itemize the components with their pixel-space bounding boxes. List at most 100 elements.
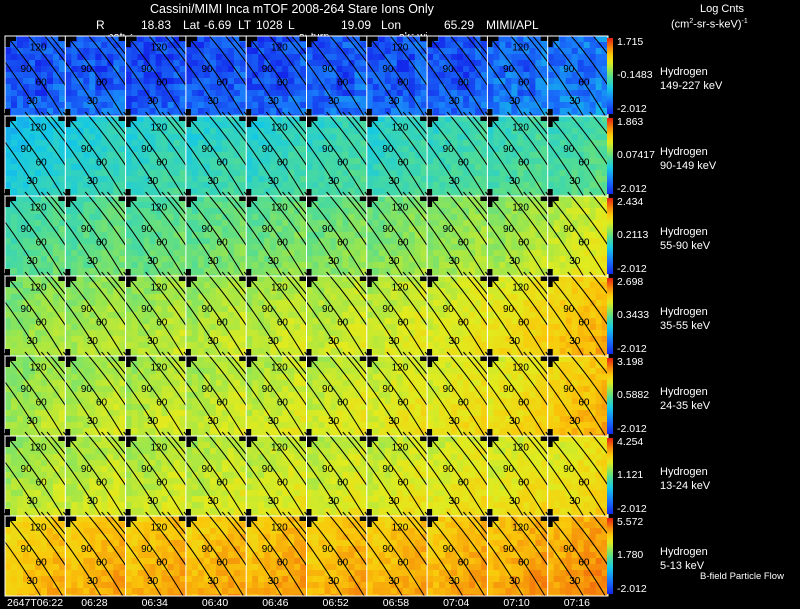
contour-label: 90: [21, 304, 33, 315]
contour-label: 120: [30, 522, 47, 533]
contour-label: 60: [96, 478, 108, 489]
contour-label: 30: [569, 496, 581, 507]
contour-label: 90: [563, 384, 575, 395]
contour-label: 90: [563, 64, 575, 75]
contour-label: 90: [443, 224, 455, 235]
contour-label: 90: [382, 304, 394, 315]
colorbar-1: [607, 38, 613, 114]
contour-label: 30: [27, 256, 39, 267]
contour-label: 30: [449, 336, 461, 347]
x-tick-label: 06:46: [262, 597, 289, 609]
colorbar-tick-label: 3.198: [617, 356, 644, 368]
contour-label: 30: [328, 336, 340, 347]
contour-label: 30: [87, 576, 99, 587]
contour-label: 60: [96, 318, 108, 329]
colorbar-tick-label: 1.121: [617, 469, 644, 481]
contour-label: 30: [147, 576, 159, 587]
contour-label: 90: [443, 544, 455, 555]
contour-label: 30: [268, 496, 280, 507]
contour-label: 90: [503, 224, 515, 235]
contour-label: 60: [156, 318, 168, 329]
x-tick-label: 06:58: [382, 597, 410, 609]
row-energy-label: 5-13 keV: [660, 560, 705, 572]
contour-label: 30: [87, 496, 99, 507]
contour-label: 30: [328, 256, 340, 267]
contour-label: 30: [449, 576, 461, 587]
contour-label: 90: [21, 544, 33, 555]
contour-label: 90: [81, 64, 93, 75]
contour-label: 60: [337, 238, 349, 249]
contour-label: 120: [512, 202, 529, 213]
contour-label: 120: [512, 522, 529, 533]
contour-label: 30: [388, 576, 400, 587]
contour-label: 60: [578, 158, 590, 169]
row-energy-label: 24-35 keV: [660, 400, 711, 412]
contour-label: 90: [563, 144, 575, 155]
contour-label: 30: [147, 96, 159, 107]
contour-label: 120: [150, 282, 167, 293]
contour-label: 30: [388, 176, 400, 187]
contour-label: 60: [518, 78, 530, 89]
row-energy-label: 55-90 keV: [660, 240, 711, 252]
row-energy-label: 13-24 keV: [660, 480, 711, 492]
contour-label: 60: [217, 478, 229, 489]
contour-label: 60: [578, 558, 590, 569]
contour-label: 30: [388, 336, 400, 347]
contour-label: 120: [512, 362, 529, 373]
contour-label: 90: [262, 384, 274, 395]
contour-label: 90: [81, 464, 93, 475]
contour-label: 90: [443, 64, 455, 75]
contour-label: 60: [156, 158, 168, 169]
contour-label: 90: [201, 464, 213, 475]
contour-label: 30: [207, 96, 219, 107]
contour-label: 30: [509, 256, 521, 267]
row-species-label: Hydrogen: [660, 546, 708, 558]
contour-label: 90: [443, 144, 455, 155]
contour-label: 30: [509, 496, 521, 507]
contour-label: 90: [21, 64, 33, 75]
contour-label: 30: [147, 416, 159, 427]
contour-label: 90: [262, 144, 274, 155]
contour-label: 30: [147, 336, 159, 347]
contour-label: 90: [21, 224, 33, 235]
contour-label: 30: [449, 496, 461, 507]
colorbar-tick-label: -2.012: [617, 583, 647, 595]
x-tick-label: 07:10: [503, 597, 530, 609]
contour-label: 60: [337, 158, 349, 169]
contour-label: 30: [328, 496, 340, 507]
contour-label: 60: [518, 478, 530, 489]
contour-label: 90: [201, 224, 213, 235]
contour-label: 30: [449, 176, 461, 187]
contour-label: 60: [518, 238, 530, 249]
contour-label: 60: [397, 238, 409, 249]
contour-label: 90: [21, 384, 33, 395]
colorbar-tick-label: 4.254: [617, 436, 644, 448]
contour-label: 90: [322, 464, 334, 475]
contour-label: 60: [337, 78, 349, 89]
contour-label: 120: [392, 42, 409, 53]
contour-label: 60: [337, 478, 349, 489]
contour-label: 120: [271, 522, 288, 533]
contour-label: 90: [262, 64, 274, 75]
row-species-label: Hydrogen: [660, 226, 708, 238]
contour-label: 90: [443, 304, 455, 315]
contour-label: 120: [30, 42, 47, 53]
contour-label: 60: [518, 558, 530, 569]
row-species-label: Hydrogen: [660, 306, 708, 318]
contour-label: 30: [328, 176, 340, 187]
contour-label: 30: [27, 336, 39, 347]
contour-label: 30: [207, 416, 219, 427]
contour-label: 60: [397, 158, 409, 169]
contour-label: 60: [36, 478, 48, 489]
contour-label: 90: [382, 464, 394, 475]
contour-label: 30: [569, 256, 581, 267]
contour-label: 30: [268, 336, 280, 347]
contour-label: 90: [21, 144, 33, 155]
contour-label: 60: [96, 158, 108, 169]
contour-label: 60: [397, 398, 409, 409]
contour-label: 90: [21, 464, 33, 475]
contour-label: 30: [207, 176, 219, 187]
contour-label: 60: [397, 318, 409, 329]
row-species-label: Hydrogen: [660, 66, 708, 78]
contour-label: 60: [578, 318, 590, 329]
